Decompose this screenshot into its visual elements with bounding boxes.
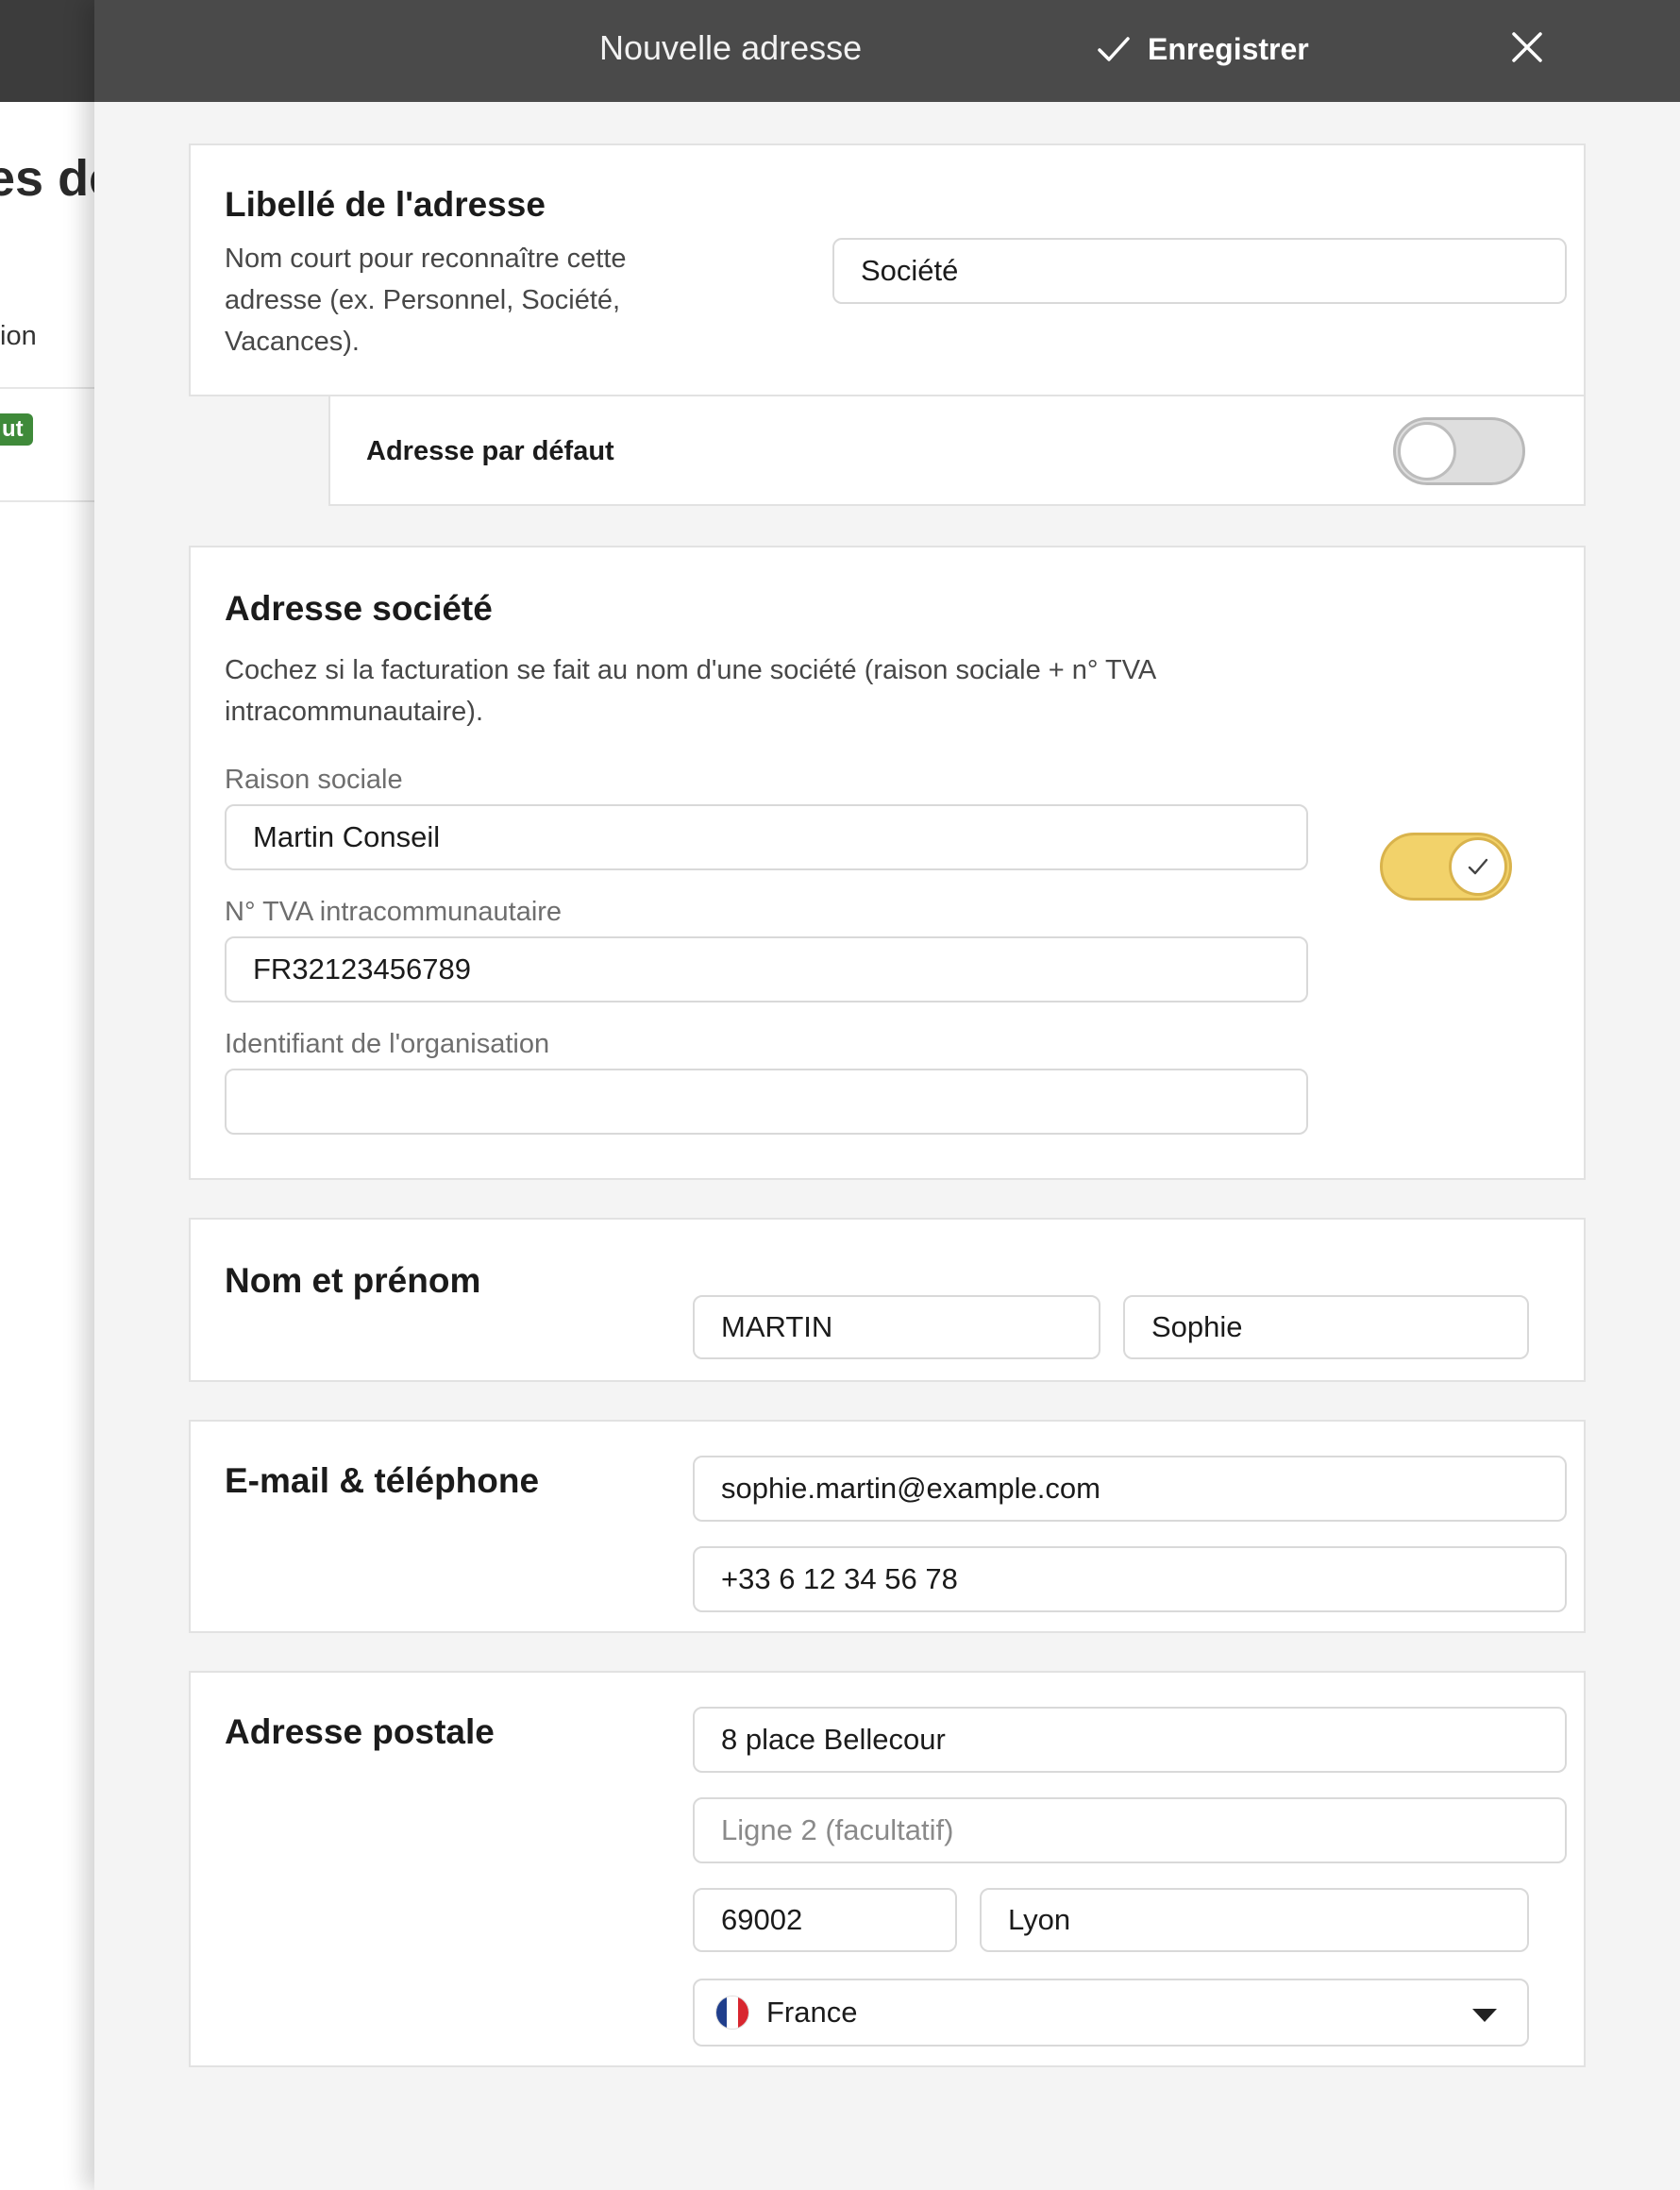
default-address-label: Adresse par défaut [366,436,614,466]
postal-address-title: Adresse postale [225,1712,495,1751]
vat-number-label: N° TVA intracommunautaire [225,897,563,927]
address-line1-input[interactable]: 8 place Bellecour [693,1707,1567,1773]
name-card: Nom et prénom MARTIN Sophie [189,1218,1586,1382]
check-icon [1098,37,1130,61]
save-button-label: Enregistrer [1148,31,1309,66]
default-address-row: Adresse par défaut [328,395,1586,506]
save-button[interactable]: Enregistrer [1097,23,1309,76]
background-page: es de ion ut [0,102,94,2190]
default-address-toggle[interactable] [1393,417,1525,485]
background-status-badge: ut [0,413,33,446]
email-field[interactable]: sophie.martin@example.com [693,1456,1567,1522]
name-section-title: Nom et prénom [225,1261,481,1300]
company-address-card: Adresse société Cochez si la facturation… [189,546,1586,1180]
company-address-toggle[interactable] [1380,833,1512,901]
panel-title: Nouvelle adresse [599,28,863,67]
chevron-down-icon [1472,2009,1497,2022]
phone-field[interactable]: +33 6 12 34 56 78 [693,1546,1567,1612]
background-divider [0,500,94,502]
city-input[interactable]: Lyon [980,1888,1529,1952]
postal-address-card: Adresse postale 8 place Bellecour Ligne … [189,1671,1586,2067]
postal-code-input[interactable]: 69002 [693,1888,957,1952]
contact-card: E-mail & téléphone sophie.martin@example… [189,1420,1586,1633]
contact-section-title: E-mail & téléphone [225,1461,540,1500]
background-list-item: ion [0,321,37,351]
new-address-panel: Nouvelle adresse Enregistrer Libellé de … [94,0,1680,2190]
address-label-title: Libellé de l'adresse [225,185,546,224]
address-label-card: Libellé de l'adresse Nom court pour reco… [189,143,1586,396]
vat-number-input[interactable]: FR32123456789 [225,936,1308,1002]
background-header [0,0,94,102]
company-name-label: Raison sociale [225,765,403,795]
toggle-knob [1398,422,1456,480]
background-divider [0,387,94,389]
panel-header: Nouvelle adresse Enregistrer [94,0,1680,102]
address-label-input[interactable]: Société [832,238,1567,304]
close-icon[interactable] [1506,26,1548,68]
country-select[interactable]: France [693,1979,1529,2047]
country-select-value: France [766,1996,858,2029]
background-page-title: es de [0,150,94,207]
company-name-input[interactable]: Martin Conseil [225,804,1308,870]
address-line2-input[interactable]: Ligne 2 (facultatif) [693,1797,1567,1863]
first-name-input[interactable]: Sophie [1123,1295,1529,1359]
company-address-title: Adresse société [225,589,493,628]
company-address-description: Cochez si la facturation se fait au nom … [225,655,1155,727]
organization-id-label: Identifiant de l'organisation [225,1029,550,1059]
address-label-description: Nom court pour reconnaître cette adresse… [225,244,627,357]
check-icon [1468,858,1488,875]
toggle-knob [1449,837,1507,896]
last-name-input[interactable]: MARTIN [693,1295,1100,1359]
organization-id-input[interactable] [225,1069,1308,1135]
flag-fr-icon [715,1996,749,2030]
